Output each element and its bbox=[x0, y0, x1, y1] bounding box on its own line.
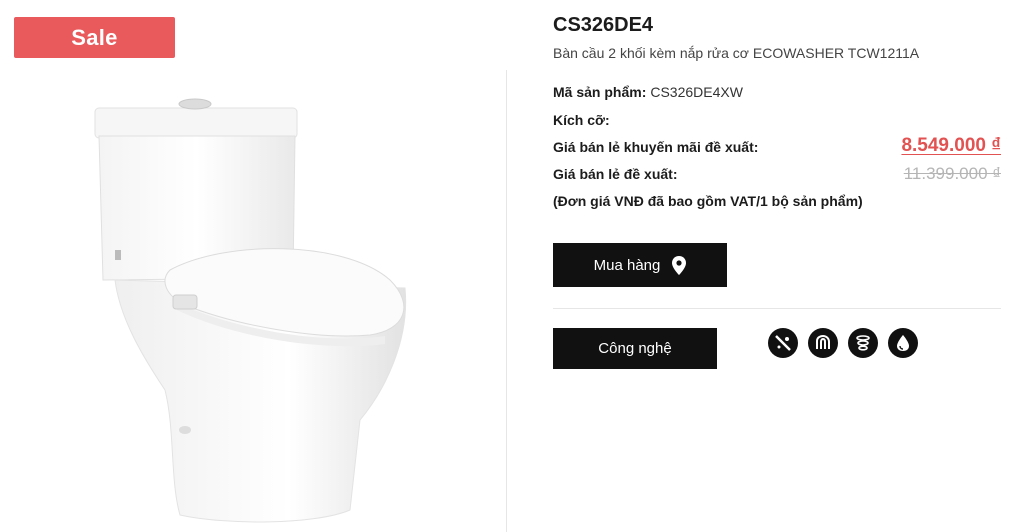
sku-row: Mã sản phẩm: CS326DE4XW bbox=[553, 84, 1001, 100]
sale-badge: Sale bbox=[14, 17, 175, 58]
retail-price: 11.399.000 ₫ bbox=[903, 164, 1001, 183]
promo-price: 8.549.000 ₫ bbox=[901, 135, 1001, 156]
size-row: Kích cỡ: bbox=[553, 112, 1001, 128]
sku-label: Mã sản phẩm: bbox=[553, 84, 647, 100]
buy-button-label: Mua hàng bbox=[593, 256, 661, 274]
product-code: CS326DE4 bbox=[553, 14, 654, 36]
cefiontect-icon[interactable] bbox=[768, 328, 798, 358]
product-name: Bàn cầu 2 khối kèm nắp rửa cơ ECOWASHER … bbox=[553, 45, 920, 61]
retail-price-label: Giá bán lẻ đề xuất: bbox=[553, 166, 678, 182]
water-drop-icon[interactable] bbox=[888, 328, 918, 358]
tornado-flush-icon[interactable] bbox=[808, 328, 838, 358]
promo-price-row: Giá bán lẻ khuyến mãi đề xuất: 8.549.000… bbox=[553, 135, 1001, 156]
vat-note-text: (Đơn giá VNĐ đã bao gồm VAT/1 bộ sản phẩ… bbox=[553, 193, 863, 209]
size-label: Kích cỡ: bbox=[553, 112, 610, 128]
retail-price-row: Giá bán lẻ đề xuất: 11.399.000 ₫ bbox=[553, 164, 1001, 183]
location-pin-icon bbox=[672, 255, 687, 275]
swirl-flush-icon[interactable] bbox=[848, 328, 878, 358]
buy-button[interactable]: Mua hàng bbox=[553, 243, 727, 287]
sku-value: CS326DE4XW bbox=[650, 84, 743, 100]
technology-icons bbox=[768, 328, 918, 358]
vat-note: (Đơn giá VNĐ đã bao gồm VAT/1 bộ sản phẩ… bbox=[553, 193, 1001, 209]
technology-button-label: Công nghệ bbox=[598, 340, 672, 357]
column-divider bbox=[506, 70, 507, 532]
technology-button[interactable]: Công nghệ bbox=[553, 328, 717, 369]
section-divider bbox=[553, 308, 1001, 309]
product-image bbox=[94, 98, 407, 523]
promo-price-label: Giá bán lẻ khuyến mãi đề xuất: bbox=[553, 139, 759, 155]
